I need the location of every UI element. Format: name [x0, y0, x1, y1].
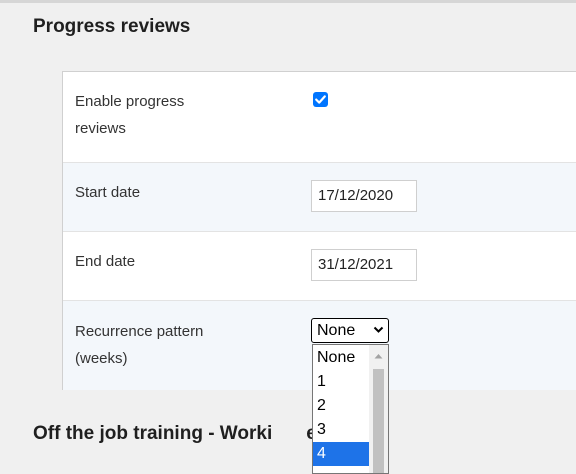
row-end-date: End date 31/12/2021: [63, 232, 576, 300]
checkmark-icon: [315, 95, 326, 104]
start-date-label: Start date: [75, 184, 141, 201]
option-2[interactable]: 2: [313, 394, 369, 418]
listbox-scrollbar[interactable]: [369, 345, 388, 473]
option-4[interactable]: 4: [313, 442, 369, 466]
enable-label-line1: Enable progress: [75, 93, 185, 110]
section-title-progress-reviews: Progress reviews: [33, 16, 191, 37]
row-start-date: Start date 17/12/2020: [63, 163, 576, 231]
progress-reviews-panel: Enable progress reviews Start date 17/12…: [62, 71, 576, 390]
recurrence-label-line2: (weeks): [75, 350, 128, 367]
recurrence-selected-value: None: [317, 322, 356, 339]
chevron-down-icon: [373, 326, 384, 333]
scrollbar-thumb[interactable]: [373, 369, 384, 473]
start-date-input[interactable]: 17/12/2020: [311, 180, 417, 212]
scroll-up-arrow-icon[interactable]: [374, 353, 383, 359]
row-enable-progress-reviews: Enable progress reviews: [63, 72, 576, 162]
option-3[interactable]: 3: [313, 418, 369, 442]
recurrence-label-line1: Recurrence pattern: [75, 323, 204, 340]
recurrence-options-listbox[interactable]: None 1 2 3 4: [312, 344, 389, 474]
recurrence-pattern-select[interactable]: None: [311, 318, 389, 343]
section-title-off-the-job-training: Off the job training - Workie: [33, 423, 317, 445]
option-1[interactable]: 1: [313, 370, 369, 394]
off-job-title-left: Off the job training - Worki: [33, 423, 273, 444]
end-date-input[interactable]: 31/12/2021: [311, 249, 417, 281]
top-divider: [0, 0, 576, 3]
option-none[interactable]: None: [313, 346, 369, 370]
enable-label-line2: reviews: [75, 120, 126, 137]
enable-progress-reviews-checkbox[interactable]: [313, 92, 328, 107]
end-date-label: End date: [75, 253, 136, 270]
